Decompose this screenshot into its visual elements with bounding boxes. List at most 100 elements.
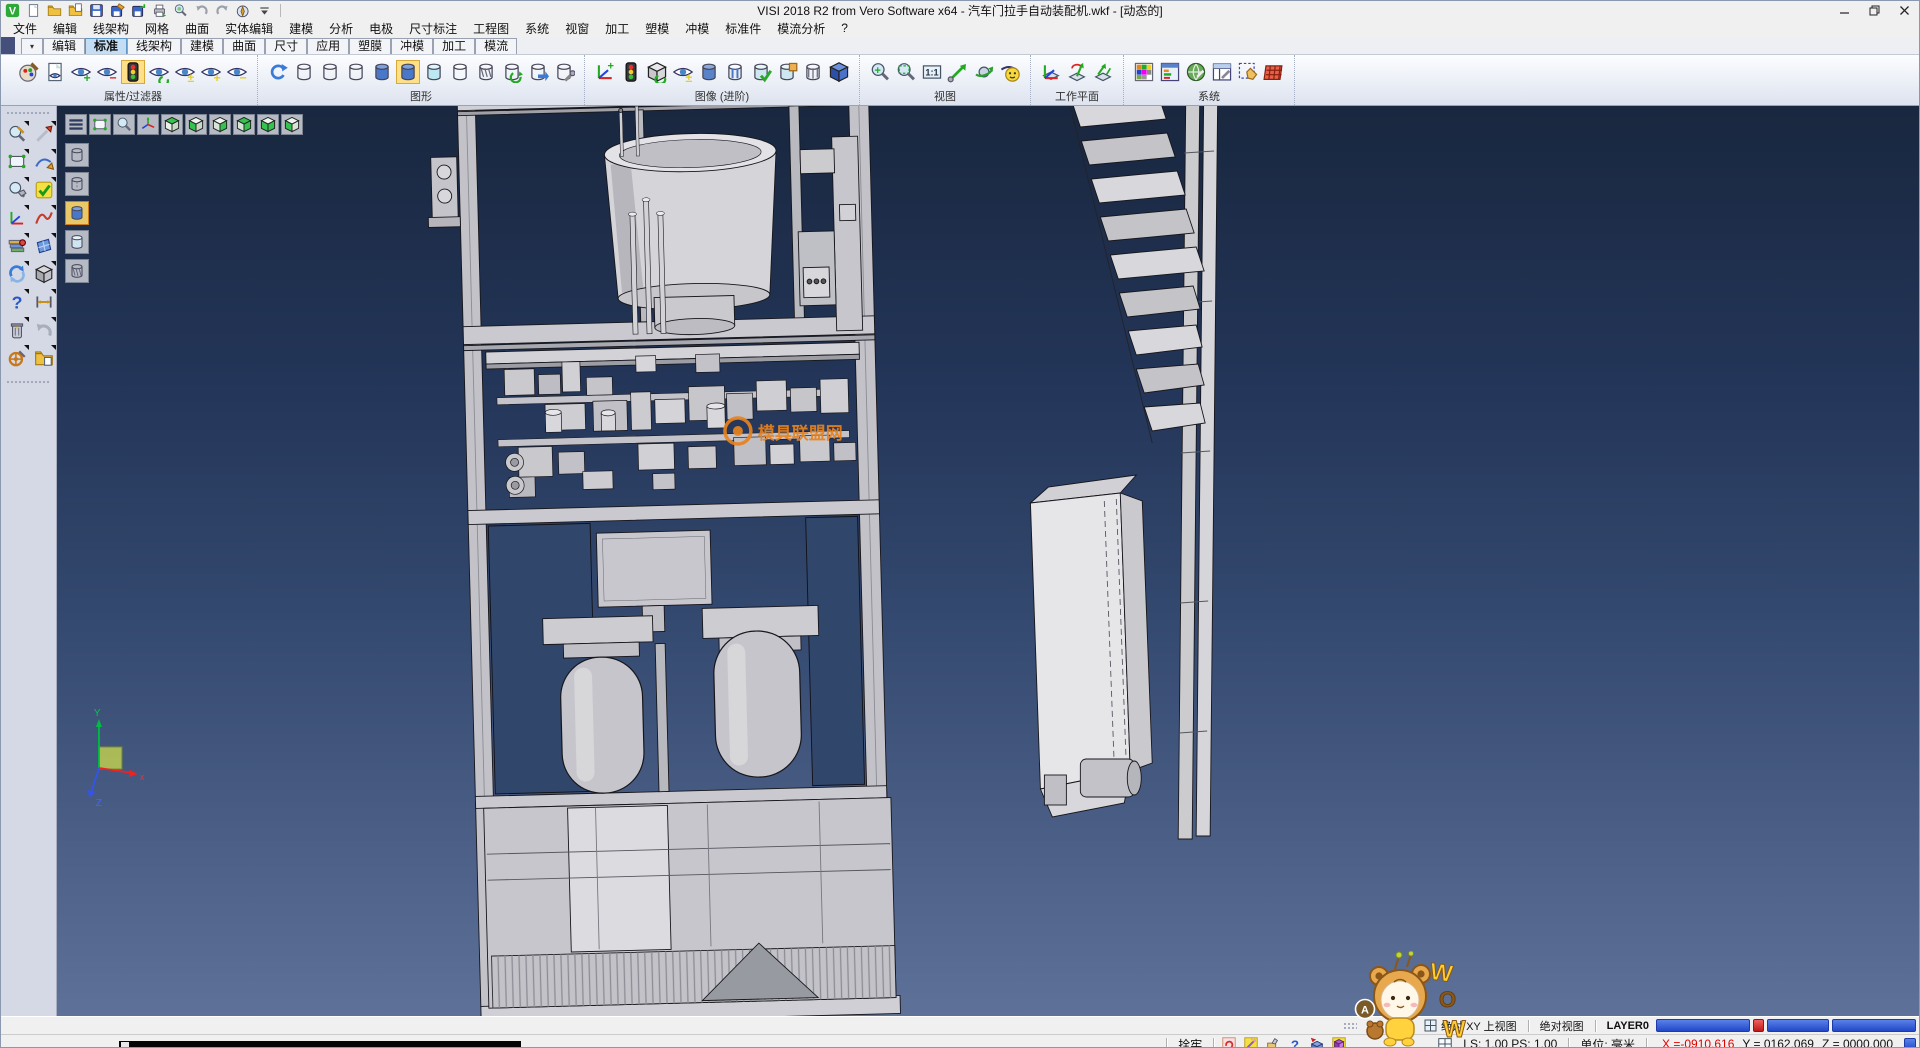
save-icon[interactable]	[88, 3, 105, 18]
trash-icon[interactable]	[7, 320, 27, 340]
axes-add-icon[interactable]: +	[594, 61, 616, 83]
doc-eye-icon[interactable]	[44, 61, 66, 83]
new-doc-icon[interactable]	[25, 3, 42, 18]
tab-加工[interactable]: 加工	[433, 38, 475, 54]
menu-item-18[interactable]: 模流分析	[769, 19, 833, 38]
color-grid-icon[interactable]	[1133, 61, 1155, 83]
eye-add-icon[interactable]: +	[70, 61, 92, 83]
cyl-solid-icon[interactable]	[698, 61, 720, 83]
compass-icon[interactable]	[235, 3, 252, 18]
tab-曲面[interactable]: 曲面	[223, 38, 265, 54]
vector-arrow-icon[interactable]	[947, 61, 969, 83]
wheel-tools-icon[interactable]	[7, 348, 27, 368]
display-mode-shaded-button[interactable]	[65, 201, 89, 225]
folder-doc-icon[interactable]	[34, 348, 54, 368]
viewport-3d[interactable]: 模具联盟网 Y x Z	[57, 106, 1919, 1016]
plane-axes-icon[interactable]	[1040, 61, 1062, 83]
tab-dropdown[interactable]: ▾	[21, 38, 43, 54]
layer-cell[interactable]: LAYER0	[1600, 1020, 1656, 1032]
move-axes-icon[interactable]	[7, 208, 27, 228]
save-export-icon[interactable]	[130, 3, 147, 18]
cube-left-button[interactable]	[209, 114, 231, 135]
plane-rotate-icon[interactable]	[1066, 61, 1088, 83]
tab-线架构[interactable]: 线架构	[127, 38, 181, 54]
tab-模流[interactable]: 模流	[475, 38, 517, 54]
tab-尺寸[interactable]: 尺寸	[265, 38, 307, 54]
help-blue-icon[interactable]: ?	[1286, 1036, 1304, 1048]
snap-lock-cell[interactable]: 拴牢	[1171, 1036, 1209, 1048]
tab-标准[interactable]: 标准	[85, 38, 127, 54]
cyl-mesh-icon[interactable]	[802, 61, 824, 83]
measure-width-icon[interactable]	[34, 292, 54, 312]
select-rect-icon[interactable]	[7, 152, 27, 172]
display-mode-hatched-button[interactable]	[65, 259, 89, 283]
window-grid-icon[interactable]	[1436, 1036, 1454, 1048]
cube-iso-button[interactable]	[161, 114, 183, 135]
spline-red-icon[interactable]	[34, 208, 54, 228]
display-mode-hidden-line-button[interactable]	[65, 172, 89, 196]
close-button[interactable]	[1889, 2, 1919, 19]
cyl-copy-icon[interactable]	[527, 61, 549, 83]
cube-side-button[interactable]	[281, 114, 303, 135]
menu-item-13[interactable]: 视窗	[557, 19, 597, 38]
open-folder-icon[interactable]	[46, 3, 63, 18]
cyl-export-icon[interactable]	[776, 61, 798, 83]
table-tools-icon[interactable]	[1211, 61, 1233, 83]
eye-plusminus-icon[interactable]: ±	[174, 61, 196, 83]
menu-item-17[interactable]: 标准件	[717, 19, 769, 38]
cyl-wire-icon[interactable]	[319, 61, 341, 83]
cube-bottom-button[interactable]	[185, 114, 207, 135]
confirm-check-icon[interactable]	[34, 180, 54, 200]
eye-minus-icon[interactable]: −	[226, 61, 248, 83]
undo-back-icon[interactable]	[34, 320, 54, 340]
tab-冲模[interactable]: 冲模	[391, 38, 433, 54]
export-box-icon[interactable]	[1308, 1036, 1326, 1048]
cyl-check-icon[interactable]	[750, 61, 772, 83]
undo-icon[interactable]	[193, 3, 210, 18]
cyl-white-icon[interactable]	[449, 61, 471, 83]
menu-item-10[interactable]: 尺寸标注	[401, 19, 465, 38]
origin-axes-button[interactable]	[137, 114, 159, 135]
cyl-blue-icon[interactable]	[371, 61, 393, 83]
menu-item-12[interactable]: 系统	[517, 19, 557, 38]
zoom-window-icon[interactable]	[895, 61, 917, 83]
restore-button[interactable]	[1859, 2, 1889, 19]
refresh-sync-icon[interactable]	[7, 264, 27, 284]
zoom-edit-icon[interactable]	[7, 124, 27, 144]
orbit-icon[interactable]	[973, 61, 995, 83]
tab-建模[interactable]: 建模	[181, 38, 223, 54]
menu-item-1[interactable]: 文件	[5, 19, 45, 38]
cyl-tools-icon[interactable]	[553, 61, 575, 83]
ref-red-icon[interactable]	[1220, 1036, 1238, 1048]
cyl-cyan-icon[interactable]	[423, 61, 445, 83]
wand-icon[interactable]	[1242, 1036, 1260, 1048]
menu-item-6[interactable]: 实体编辑	[217, 19, 281, 38]
zoom-part-icon[interactable]	[7, 180, 27, 200]
cyl-recycle-icon[interactable]	[501, 61, 523, 83]
window-colors-icon[interactable]	[1159, 61, 1181, 83]
menu-item-7[interactable]: 建模	[281, 19, 321, 38]
knife-icon[interactable]	[34, 124, 54, 144]
minimize-button[interactable]	[1829, 2, 1859, 19]
cube-front-button[interactable]	[257, 114, 279, 135]
cube-purple-icon[interactable]	[1330, 1036, 1348, 1048]
cyl-wire-icon[interactable]	[293, 61, 315, 83]
menu-item-3[interactable]: 线架构	[85, 19, 137, 38]
cyl-blue-icon[interactable]	[397, 61, 419, 83]
cyl-wire-icon[interactable]	[345, 61, 367, 83]
hand-tool-icon[interactable]	[1264, 1036, 1282, 1048]
menu-item-14[interactable]: 加工	[597, 19, 637, 38]
menu-item-9[interactable]: 电极	[361, 19, 401, 38]
cyl-hatch-icon[interactable]	[475, 61, 497, 83]
menu-item-16[interactable]: 冲模	[677, 19, 717, 38]
grid-red-icon[interactable]	[1263, 61, 1285, 83]
traffic-light-icon[interactable]	[122, 61, 144, 83]
menu-item-15[interactable]: 塑模	[637, 19, 677, 38]
menu-item-5[interactable]: 曲面	[177, 19, 217, 38]
cyl-striped-icon[interactable]	[724, 61, 746, 83]
layers-palette-icon[interactable]	[7, 236, 27, 256]
open-doc-icon[interactable]	[67, 3, 84, 18]
menu-item-4[interactable]: 网格	[137, 19, 177, 38]
tab-编辑[interactable]: 编辑	[43, 38, 85, 54]
traffic-light-icon[interactable]	[620, 61, 642, 83]
